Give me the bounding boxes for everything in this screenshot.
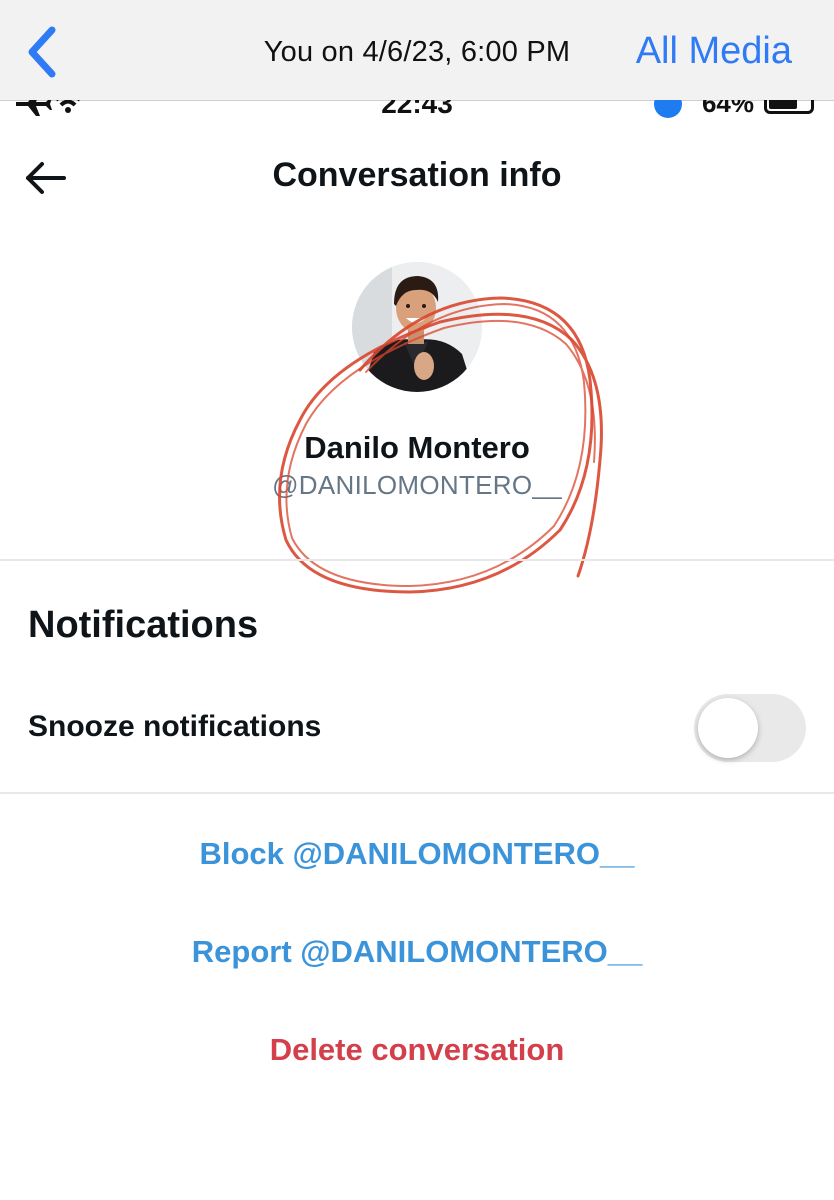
delete-conversation-button[interactable]: Delete conversation	[0, 1032, 834, 1068]
avatar[interactable]	[352, 262, 482, 392]
display-name: Danilo Montero	[304, 430, 530, 465]
screenshot-page: You on 4/6/23, 6:00 PM All Media 22:43 6…	[0, 0, 834, 1200]
photo-viewer-header: You on 4/6/23, 6:00 PM All Media	[0, 0, 834, 101]
divider	[0, 792, 834, 794]
report-user-button[interactable]: Report @DANILOMONTERO__	[0, 934, 834, 970]
snooze-notifications-toggle[interactable]	[694, 694, 806, 762]
status-bar: 22:43 64%	[0, 100, 834, 122]
notifications-heading: Notifications	[28, 604, 259, 646]
all-media-button[interactable]: All Media	[636, 30, 792, 73]
battery-percent: 64%	[701, 100, 754, 118]
snooze-notifications-label: Snooze notifications	[28, 710, 322, 743]
user-handle: @DANILOMONTERO__	[272, 470, 562, 500]
page-title: Conversation info	[272, 156, 562, 194]
divider	[0, 559, 834, 561]
battery-icon	[764, 100, 814, 114]
toggle-knob	[698, 698, 758, 758]
block-user-button[interactable]: Block @DANILOMONTERO__	[0, 836, 834, 872]
